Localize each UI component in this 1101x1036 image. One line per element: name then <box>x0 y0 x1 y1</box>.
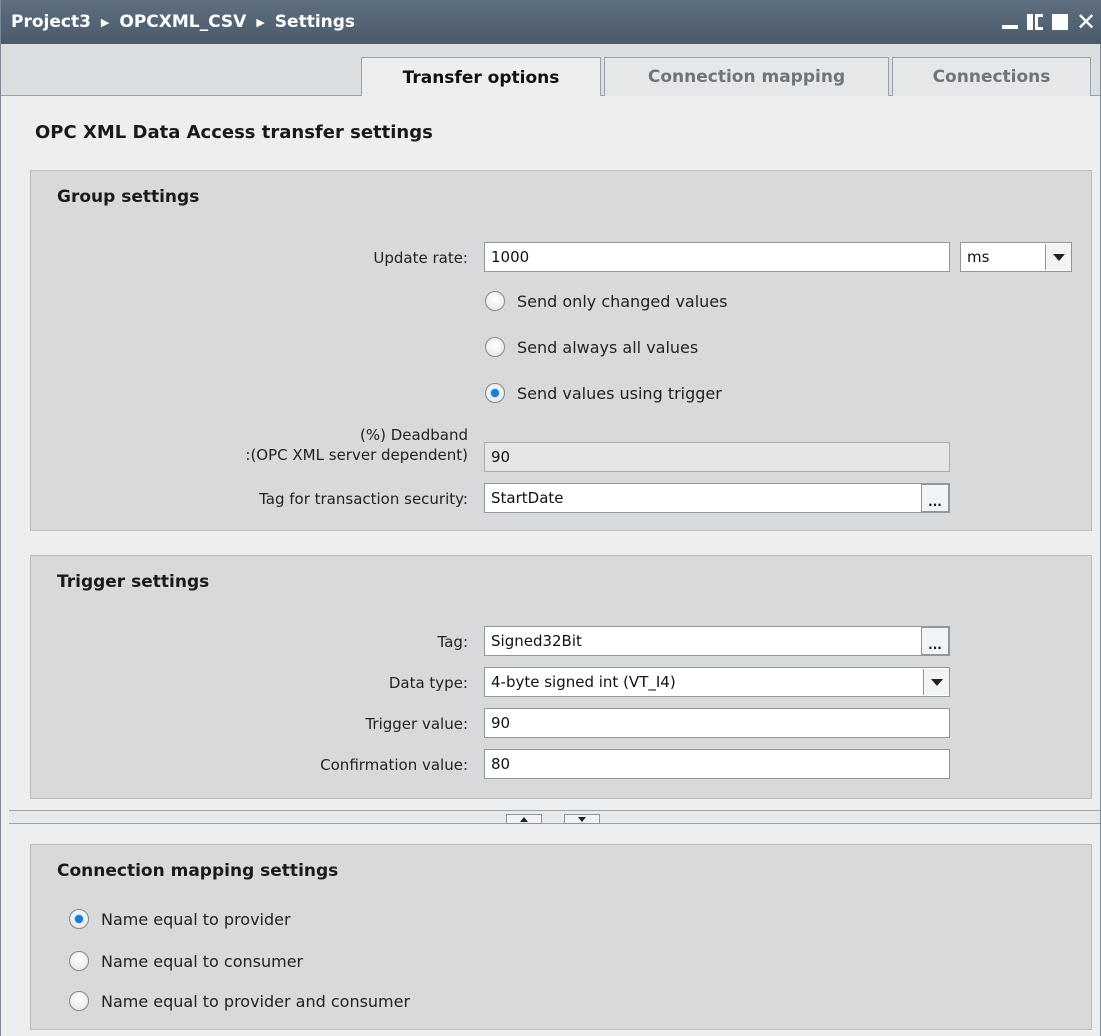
radio-name-provider-consumer[interactable]: Name equal to provider and consumer <box>69 991 410 1011</box>
update-rate-unit-select[interactable]: ms <box>960 242 1072 272</box>
window-controls: ✕ <box>1001 0 1096 44</box>
content-area: OPC XML Data Access transfer settings Gr… <box>1 96 1100 1036</box>
radio-label: Name equal to provider and consumer <box>101 991 411 1011</box>
trigger-settings-title: Trigger settings <box>57 572 210 592</box>
data-type-label: Data type: <box>388 674 468 692</box>
radio-label: Send values using trigger <box>517 383 722 403</box>
radio-button[interactable] <box>69 951 89 971</box>
trigger-value-label: Trigger value: <box>365 715 468 733</box>
close-icon[interactable]: ✕ <box>1076 10 1096 34</box>
tag-security-input[interactable]: StartDate <box>484 483 950 513</box>
radio-button-selected[interactable] <box>485 383 505 403</box>
radio-button[interactable] <box>485 337 505 357</box>
maximize-icon[interactable] <box>1051 13 1069 31</box>
tag-security-label: Tag for transaction security: <box>259 490 468 508</box>
breadcrumb-settings[interactable]: Settings <box>275 12 355 32</box>
panel-splitter[interactable] <box>9 810 1100 824</box>
tab-connections[interactable]: Connections <box>892 57 1091 96</box>
arrow-down-icon <box>578 816 586 822</box>
radio-button[interactable] <box>485 291 505 311</box>
chevron-down-icon[interactable] <box>923 669 949 695</box>
update-rate-input[interactable]: 1000 <box>484 242 950 272</box>
deadband-label: (%) Deadband :(OPC XML server dependent) <box>31 425 468 465</box>
deadband-label-line2: :(OPC XML server dependent) <box>245 446 468 464</box>
radio-send-all[interactable]: Send always all values <box>485 337 698 357</box>
page-title: OPC XML Data Access transfer settings <box>35 122 433 143</box>
settings-window: Project3 ▶ OPCXML_CSV ▶ Settings ✕ Trans… <box>0 0 1101 1036</box>
group-settings-panel: Group settings Update rate: 1000 ms Send… <box>30 170 1092 531</box>
radio-name-provider[interactable]: Name equal to provider <box>69 909 291 929</box>
trigger-settings-panel: Trigger settings Tag: Signed32Bit ... Da… <box>30 555 1092 799</box>
radio-button[interactable] <box>69 991 89 1011</box>
arrow-up-icon <box>520 816 528 822</box>
radio-label: Name equal to provider <box>101 909 291 929</box>
radio-send-trigger[interactable]: Send values using trigger <box>485 383 722 403</box>
tab-connection-mapping[interactable]: Connection mapping <box>604 57 889 96</box>
update-rate-unit-value: ms <box>967 248 990 266</box>
trigger-value-input[interactable]: 90 <box>484 708 950 738</box>
breadcrumb-separator-icon: ▶ <box>256 15 265 29</box>
chevron-down-icon[interactable] <box>1045 244 1071 270</box>
trigger-tag-value: Signed32Bit <box>491 632 582 650</box>
connection-mapping-title: Connection mapping settings <box>57 861 339 881</box>
collapse-up-button[interactable] <box>506 814 542 824</box>
confirmation-value-input[interactable]: 80 <box>484 749 950 779</box>
tab-strip: Transfer options Connection mapping Conn… <box>1 44 1100 97</box>
trigger-tag-label: Tag: <box>437 633 468 651</box>
group-settings-title: Group settings <box>57 187 200 207</box>
radio-send-changed[interactable]: Send only changed values <box>485 291 727 311</box>
radio-button-selected[interactable] <box>69 909 89 929</box>
minimize-icon[interactable] <box>1001 13 1019 31</box>
data-type-select[interactable]: 4-byte signed int (VT_I4) <box>484 667 950 697</box>
title-bar: Project3 ▶ OPCXML_CSV ▶ Settings ✕ <box>1 0 1101 44</box>
trigger-tag-browse-button[interactable]: ... <box>921 627 949 655</box>
deadband-label-line1: (%) Deadband <box>360 426 468 444</box>
radio-label: Name equal to consumer <box>101 951 304 971</box>
breadcrumb-project[interactable]: Project3 <box>11 12 91 32</box>
tab-transfer-options[interactable]: Transfer options <box>361 57 601 97</box>
deadband-input[interactable]: 90 <box>484 442 950 472</box>
confirmation-value-label: Confirmation value: <box>320 756 468 774</box>
radio-label: Send always all values <box>517 337 699 357</box>
collapse-down-button[interactable] <box>564 814 600 824</box>
float-window-icon[interactable] <box>1026 13 1044 31</box>
radio-name-consumer[interactable]: Name equal to consumer <box>69 951 303 971</box>
tag-security-browse-button[interactable]: ... <box>921 484 949 512</box>
radio-label: Send only changed values <box>517 291 728 311</box>
data-type-value: 4-byte signed int (VT_I4) <box>491 673 676 691</box>
trigger-tag-input[interactable]: Signed32Bit <box>484 626 950 656</box>
connection-mapping-panel: Connection mapping settings Name equal t… <box>30 844 1092 1030</box>
update-rate-label: Update rate: <box>373 249 468 267</box>
breadcrumb-station[interactable]: OPCXML_CSV <box>119 12 246 32</box>
tag-security-value: StartDate <box>491 489 564 507</box>
breadcrumb-separator-icon: ▶ <box>100 15 110 29</box>
